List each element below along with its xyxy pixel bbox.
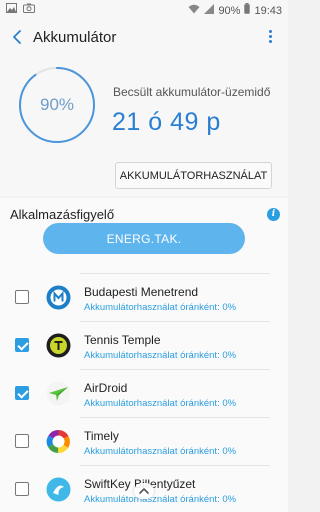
- estimate-value: 21 ó 49 p: [112, 108, 221, 136]
- gallery-notification-icon: [6, 3, 17, 17]
- section-title: Alkalmazásfigyelő: [10, 207, 115, 222]
- back-arrow-icon[interactable]: [8, 26, 28, 48]
- page-title: Akkumulátor: [33, 29, 117, 46]
- app-usage: Akkumulátorhasználat óránként: 0%: [84, 494, 237, 505]
- app-name: Timely: [84, 429, 119, 443]
- app-usage: Akkumulátorhasználat óránként: 0%: [84, 446, 237, 457]
- app-usage: Akkumulátorhasználat óránként: 0%: [84, 302, 237, 313]
- clock: 19:43: [254, 4, 282, 17]
- scroll-up-icon[interactable]: [134, 483, 154, 499]
- checkbox[interactable]: [15, 338, 29, 352]
- battery-usage-button[interactable]: AKKUMULÁTORHASZNÁLAT: [115, 162, 272, 189]
- tennis-temple-icon: [46, 333, 71, 358]
- checkbox[interactable]: [15, 434, 29, 448]
- camera-notification-icon: [23, 3, 35, 17]
- list-item[interactable]: Tennis Temple Akkumulátorhasználat óránk…: [0, 321, 288, 369]
- checkbox[interactable]: [15, 290, 29, 304]
- app-name: Budapesti Menetrend: [84, 285, 199, 299]
- swiftkey-icon: [46, 477, 71, 502]
- battery-percent: 90%: [39, 95, 75, 114]
- list-item[interactable]: Budapesti Menetrend Akkumulátorhasználat…: [0, 273, 288, 321]
- airdroid-icon: [46, 381, 71, 406]
- list-item[interactable]: Timely Akkumulátorhasználat óránként: 0%: [0, 417, 288, 465]
- app-usage: Akkumulátorhasználat óránként: 0%: [84, 398, 237, 409]
- energy-save-button[interactable]: ENERG.TAK.: [43, 223, 245, 254]
- battery-percent-status: 90%: [218, 4, 241, 17]
- timely-icon: [46, 429, 71, 454]
- app-name: AirDroid: [84, 381, 128, 395]
- checkbox[interactable]: [15, 386, 29, 400]
- more-options-icon[interactable]: [266, 28, 274, 48]
- budapest-menetrend-icon: [46, 285, 71, 310]
- app-usage: Akkumulátorhasználat óránként: 0%: [84, 350, 237, 361]
- battery-summary: 90% Becsült akkumulátor-üzemidő 21 ó 49 …: [0, 58, 288, 196]
- app-name: Tennis Temple: [84, 333, 161, 347]
- app-bar: Akkumulátor: [0, 18, 288, 58]
- checkbox[interactable]: [15, 482, 29, 496]
- list-item[interactable]: AirDroid Akkumulátorhasználat óránként: …: [0, 369, 288, 417]
- app-monitor-section: Alkalmazásfigyelő i ENERG.TAK. Budapesti…: [0, 198, 288, 512]
- status-bar: 90% 19:43: [0, 0, 288, 18]
- estimate-label: Becsült akkumulátor-üzemidő: [113, 85, 271, 99]
- signal-icon: [204, 3, 215, 18]
- battery-icon: [244, 3, 251, 18]
- info-icon[interactable]: i: [267, 208, 280, 221]
- wifi-icon: [188, 4, 200, 18]
